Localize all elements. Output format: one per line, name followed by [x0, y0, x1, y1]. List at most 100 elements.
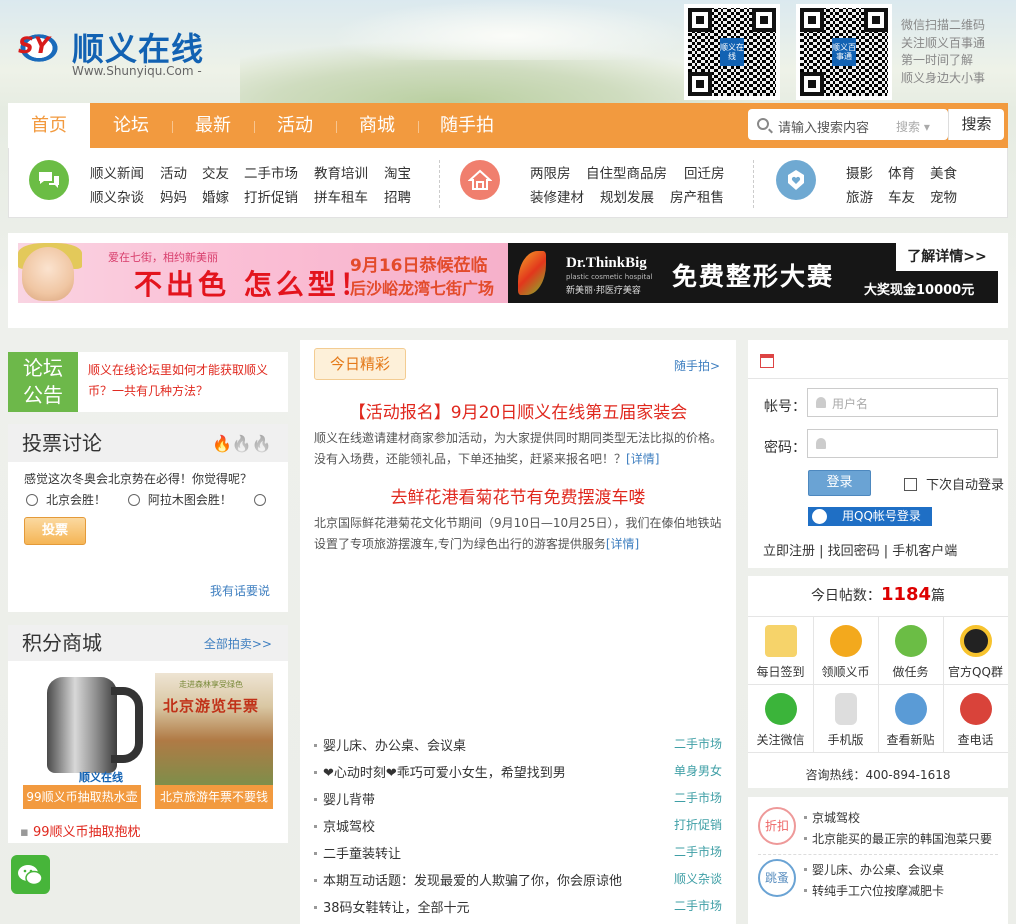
cat-link[interactable]: 二手市场: [244, 162, 298, 182]
cat-link[interactable]: 旅游: [846, 186, 873, 206]
banner-ad-thinkbig[interactable]: Dr.ThinkBig plastic cosmetic hospital 新美…: [508, 243, 998, 303]
cat-link[interactable]: 自住型商品房: [586, 162, 667, 182]
nav-latest[interactable]: 最新: [182, 103, 244, 148]
side-news-link[interactable]: 北京能买的最正宗的韩国泡菜只要: [803, 830, 992, 847]
vote-radio[interactable]: [26, 494, 38, 506]
vote-radio[interactable]: [127, 494, 140, 506]
search-button[interactable]: 搜索: [948, 109, 1004, 140]
vote-panel: 投票讨论 🔥🔥🔥 感觉这次冬奥会北京势在必得！你觉得呢？ 北京会胜！ 阿拉木图会…: [8, 424, 288, 612]
qq-group-button[interactable]: 官方QQ群: [943, 617, 1008, 684]
mall-all-link[interactable]: 全部拍卖>>: [204, 635, 272, 652]
cat-link[interactable]: 活动: [160, 162, 187, 182]
cat-link[interactable]: 规划发展: [600, 186, 654, 206]
detail-link[interactable]: [详情]: [626, 452, 659, 466]
cat-link[interactable]: 车友: [888, 186, 915, 206]
snapshot-link[interactable]: 随手拍>: [674, 357, 720, 374]
list-item-category[interactable]: 打折促销: [674, 816, 722, 833]
sign-in-button[interactable]: 每日签到: [748, 617, 813, 684]
cat-link[interactable]: 摄影: [846, 162, 873, 182]
vote-radio[interactable]: [253, 494, 266, 506]
side-news-link[interactable]: 转纯手工穴位按摩减肥卡: [803, 882, 944, 899]
featured-panel: 今日精彩 随手拍> 【活动报名】9月20日顺义在线第五届家装会 顺义在线邀请建材…: [300, 340, 736, 924]
cat-link[interactable]: 招聘: [384, 186, 411, 206]
nav-snapshot[interactable]: 随手拍: [428, 103, 506, 148]
account-input[interactable]: 用户名: [807, 388, 998, 417]
featured-headline[interactable]: 【活动报名】9月20日顺义在线第五届家装会: [300, 398, 736, 423]
list-item-category[interactable]: 二手市场: [674, 789, 722, 806]
list-item-category[interactable]: 顺义杂谈: [674, 870, 722, 887]
cat-link[interactable]: 妈妈: [160, 186, 187, 206]
bullet-dot: ▪: [20, 825, 33, 840]
post-count-unit: 篇: [931, 588, 946, 604]
list-item-category[interactable]: 二手市场: [674, 735, 722, 752]
cat-link[interactable]: 体育: [888, 162, 915, 182]
list-item[interactable]: 京城驾校 打折促销: [314, 816, 722, 843]
login-button[interactable]: 登录: [808, 470, 871, 496]
list-item[interactable]: 婴儿背带 二手市场: [314, 789, 722, 816]
mall-product-kettle[interactable]: 顺义在线 99顺义币抽取热水壶: [23, 673, 143, 809]
mall-extra-link[interactable]: ▪ 99顺义币抽取抱枕: [20, 821, 141, 840]
nav-events[interactable]: 活动: [264, 103, 326, 148]
featured-headline[interactable]: 去鲜花港看菊花节有免费摆渡车喽: [300, 483, 736, 508]
cat-link[interactable]: 交友: [202, 162, 229, 182]
vote-comment-link[interactable]: 我有话要说: [210, 582, 270, 599]
detail-link[interactable]: [详情]: [606, 537, 639, 551]
list-item[interactable]: ❤心动时刻❤乖巧可爱小女生，希望找到男 单身男女: [314, 762, 722, 789]
banner-more-link[interactable]: 了解详情>>: [896, 243, 998, 271]
house-icon: [460, 160, 500, 200]
search-scope-select[interactable]: 搜索 ▾: [896, 118, 930, 135]
side-news-link[interactable]: 婴儿床、办公桌、会议桌: [803, 861, 944, 878]
cat-link[interactable]: 婚嫁: [202, 186, 229, 206]
vote-button[interactable]: 投票: [24, 517, 86, 545]
list-item-category[interactable]: 单身男女: [674, 762, 722, 779]
list-item[interactable]: 二手童装转让 二手市场: [314, 843, 722, 870]
wechat-float-button[interactable]: [11, 855, 50, 894]
cat-link[interactable]: 美食: [930, 162, 957, 182]
cat-link[interactable]: 打折促销: [244, 186, 298, 206]
follow-wechat-button[interactable]: 关注微信: [748, 685, 813, 752]
cat-link[interactable]: 回迁房: [684, 162, 725, 182]
site-logo[interactable]: SY 顺义在线 Www.Shunyiqu.Com -: [10, 24, 230, 84]
search-input[interactable]: 请输入搜索内容 搜索 ▾: [748, 109, 948, 140]
cat-link[interactable]: 教育培训: [314, 162, 368, 182]
mobile-button[interactable]: 手机版: [813, 685, 878, 752]
new-posts-button[interactable]: 查看新贴: [878, 685, 943, 752]
list-item-category[interactable]: 二手市场: [674, 843, 722, 860]
calendar-icon: [760, 354, 774, 368]
banner-ad-qijie[interactable]: 爱在七街，相约新美丽 不出色 怎么型！ 9月16日恭候莅临 后沙峪龙湾七街广场: [18, 243, 514, 303]
nav-separator: [254, 121, 255, 133]
cat-link[interactable]: 装修建材: [530, 186, 584, 206]
banner-headline: 免费整形大赛: [672, 262, 835, 291]
get-coins-button[interactable]: 领顺义币: [813, 617, 878, 684]
nav-forum[interactable]: 论坛: [100, 103, 162, 148]
login-links[interactable]: 立即注册 | 找回密码 | 手机客户端: [763, 540, 957, 559]
qq-login-button[interactable]: 用QQ帐号登录: [808, 507, 932, 526]
list-item-title: 本期互动话题：发现最爱的人欺骗了你，你会原谅他: [323, 874, 623, 889]
side-news-link[interactable]: 京城驾校: [803, 809, 860, 826]
banner-date: 9月16日恭候莅临: [350, 256, 488, 276]
list-item-category[interactable]: 二手市场: [674, 897, 722, 914]
password-input[interactable]: [807, 429, 998, 458]
mall-extra-label: 99顺义币抽取抱枕: [32, 825, 141, 840]
task-button[interactable]: 做任务: [878, 617, 943, 684]
cat-link[interactable]: 拼车租车: [314, 186, 368, 206]
mall-product-travel[interactable]: 走进森林享受绿色 北京游览年票 北京旅游年票不要钱: [155, 673, 273, 809]
nav-home[interactable]: 首页: [8, 103, 90, 148]
list-item[interactable]: 婴儿床、办公桌、会议桌 二手市场: [314, 735, 722, 762]
remember-checkbox[interactable]: [904, 478, 917, 491]
divider: [439, 160, 440, 208]
cat-link[interactable]: 顺义新闻: [90, 162, 144, 182]
cat-link[interactable]: 淘宝: [384, 162, 411, 182]
cat-link[interactable]: 房产租售: [670, 186, 724, 206]
cat-link[interactable]: 顺义杂谈: [90, 186, 144, 206]
nav-mall[interactable]: 商城: [346, 103, 408, 148]
list-item[interactable]: 本期互动话题：发现最爱的人欺骗了你，你会原谅他 顺义杂谈: [314, 870, 722, 897]
list-item-title: 婴儿背带: [323, 793, 376, 808]
cat-link[interactable]: 两限房: [530, 162, 571, 182]
list-item[interactable]: 38码女鞋转让，全部十元 二手市场: [314, 897, 722, 924]
phone-lookup-button[interactable]: 查电话: [943, 685, 1008, 752]
cat-link[interactable]: 宠物: [930, 186, 957, 206]
flea-market-badge: 跳蚤: [758, 859, 796, 897]
notice-link[interactable]: 顺义在线论坛里如何才能获取顺义币？一共有几种方法？: [88, 360, 280, 402]
mall-product-caption: 北京旅游年票不要钱: [155, 785, 273, 809]
